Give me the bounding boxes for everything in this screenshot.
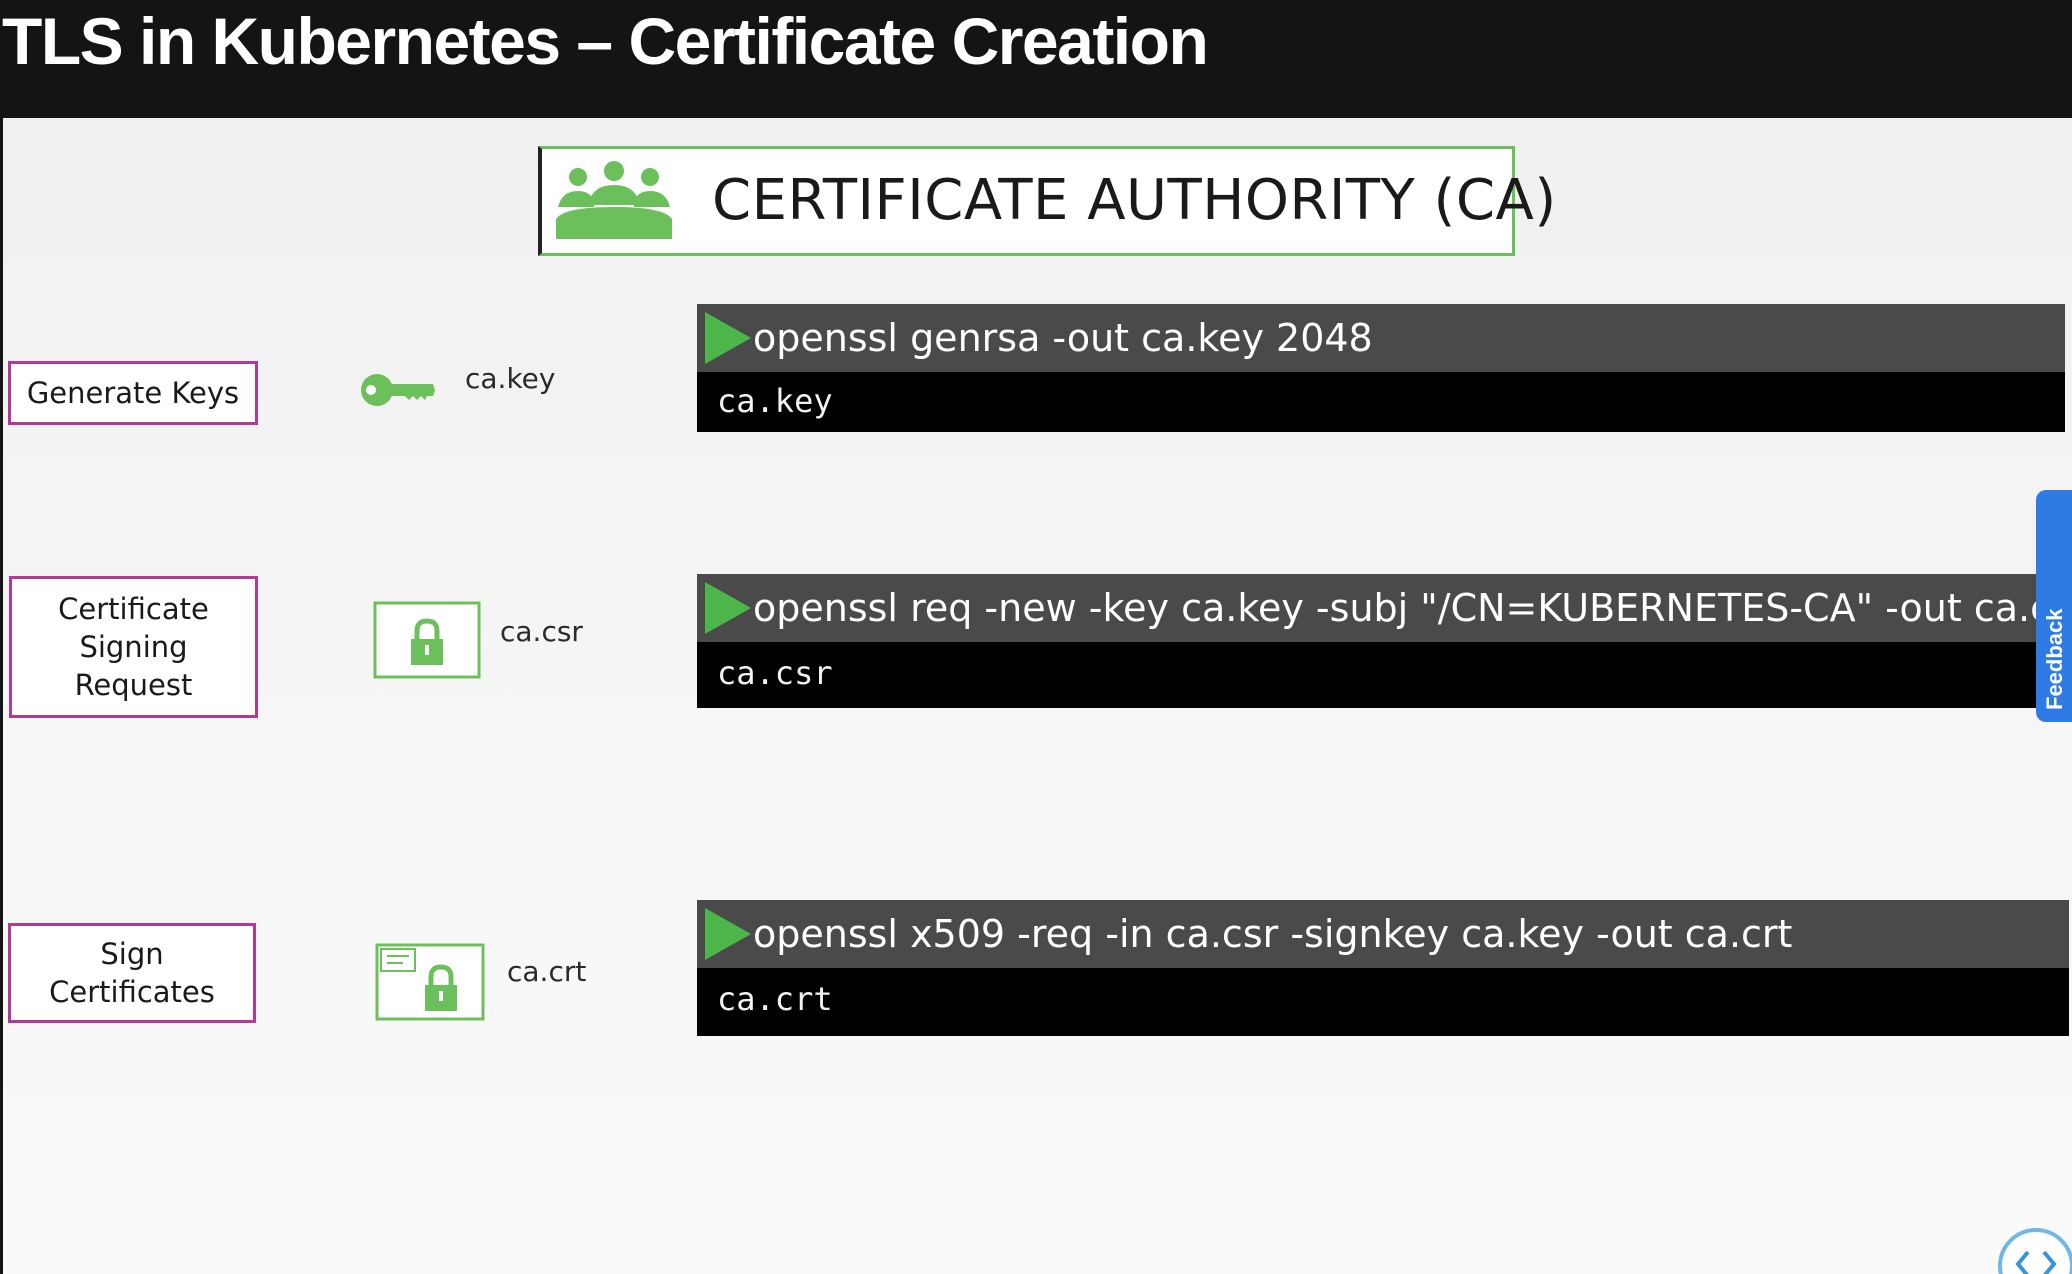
command-output: ca.csr	[697, 642, 2039, 708]
slide-content: CERTIFICATE AUTHORITY (CA) Generate Keys…	[3, 118, 2072, 1274]
command-text: openssl x509 -req -in ca.csr -signkey ca…	[753, 912, 1793, 956]
step-label-sign-certificates: Sign Certificates	[8, 923, 256, 1023]
key-icon	[361, 374, 435, 406]
feedback-label: Feedback	[2042, 608, 2067, 711]
code-icon[interactable]	[1992, 1222, 2072, 1274]
lock-icon	[373, 601, 481, 679]
file-name-ca-csr: ca.csr	[500, 615, 583, 648]
group-icon	[556, 161, 672, 239]
command-text: openssl req -new -key ca.key -subj "/CN=…	[753, 586, 2039, 630]
certificate-lock-icon	[375, 943, 485, 1021]
command-bar: openssl req -new -key ca.key -subj "/CN=…	[697, 574, 2039, 642]
play-icon	[705, 908, 751, 960]
feedback-tab[interactable]: Feedback	[2036, 490, 2072, 722]
output-text: ca.key	[717, 382, 833, 420]
output-text: ca.crt	[717, 980, 833, 1018]
output-text: ca.csr	[717, 654, 833, 692]
page-title: TLS in Kubernetes – Certificate Creation	[2, 4, 1209, 78]
command-output: ca.key	[697, 372, 2065, 432]
file-name-ca-crt: ca.crt	[507, 955, 587, 988]
terminal-certificate-signing-request: openssl req -new -key ca.key -subj "/CN=…	[697, 574, 2039, 708]
ca-title: CERTIFICATE AUTHORITY (CA)	[712, 168, 1557, 233]
file-name-ca-key: ca.key	[465, 362, 556, 395]
terminal-sign-certificates: openssl x509 -req -in ca.csr -signkey ca…	[697, 900, 2069, 1036]
play-icon	[705, 582, 751, 634]
command-text: openssl genrsa -out ca.key 2048	[753, 316, 1373, 360]
terminal-generate-keys: openssl genrsa -out ca.key 2048 ca.key	[697, 304, 2065, 432]
command-output: ca.crt	[697, 968, 2069, 1036]
command-bar: openssl x509 -req -in ca.csr -signkey ca…	[697, 900, 2069, 968]
step-label-certificate-signing-request: Certificate Signing Request	[9, 576, 258, 718]
play-icon	[705, 312, 751, 364]
step-label-generate-keys: Generate Keys	[8, 361, 258, 425]
command-bar: openssl genrsa -out ca.key 2048	[697, 304, 2065, 372]
ca-banner: CERTIFICATE AUTHORITY (CA)	[538, 146, 1556, 256]
page-header: TLS in Kubernetes – Certificate Creation	[0, 0, 2072, 118]
